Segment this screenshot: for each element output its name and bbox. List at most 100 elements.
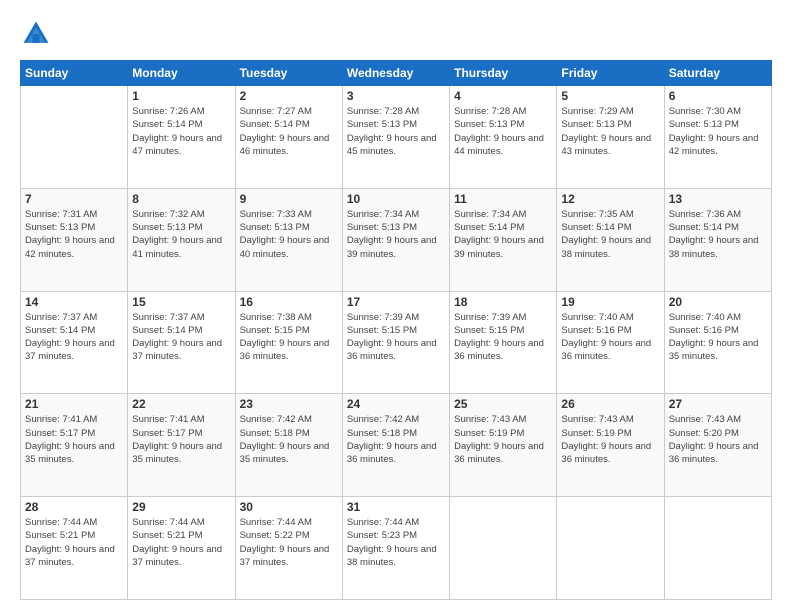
calendar-cell: 8 Sunrise: 7:32 AMSunset: 5:13 PMDaylight… bbox=[128, 188, 235, 291]
day-info: Sunrise: 7:41 AMSunset: 5:17 PMDaylight:… bbox=[132, 413, 230, 466]
day-number: 20 bbox=[669, 295, 767, 309]
day-number: 29 bbox=[132, 500, 230, 514]
day-info: Sunrise: 7:31 AMSunset: 5:13 PMDaylight:… bbox=[25, 208, 123, 261]
day-number: 31 bbox=[347, 500, 445, 514]
calendar-week-row: 1Sunrise: 7:26 AMSunset: 5:14 PMDaylight… bbox=[21, 86, 772, 189]
calendar-cell: 7 Sunrise: 7:31 AMSunset: 5:13 PMDaylight… bbox=[21, 188, 128, 291]
day-info: Sunrise: 7:35 AMSunset: 5:14 PMDaylight:… bbox=[561, 208, 659, 261]
header bbox=[20, 18, 772, 50]
day-number: 17 bbox=[347, 295, 445, 309]
day-number: 2 bbox=[240, 89, 338, 103]
calendar-week-row: 14 Sunrise: 7:37 AMSunset: 5:14 PMDayligh… bbox=[21, 291, 772, 394]
day-number: 23 bbox=[240, 397, 338, 411]
day-info: Sunrise: 7:28 AMSunset: 5:13 PMDaylight:… bbox=[347, 105, 445, 158]
day-info: Sunrise: 7:37 AMSunset: 5:14 PMDaylight:… bbox=[132, 311, 230, 364]
day-number: 24 bbox=[347, 397, 445, 411]
page: SundayMondayTuesdayWednesdayThursdayFrid… bbox=[0, 0, 792, 612]
day-number: 18 bbox=[454, 295, 552, 309]
day-number: 26 bbox=[561, 397, 659, 411]
weekday-header: Wednesday bbox=[342, 61, 449, 86]
calendar-cell: 26 Sunrise: 7:43 AMSunset: 5:19 PMDayligh… bbox=[557, 394, 664, 497]
day-number: 16 bbox=[240, 295, 338, 309]
calendar-cell: 2 Sunrise: 7:27 AMSunset: 5:14 PMDaylight… bbox=[235, 86, 342, 189]
day-number: 28 bbox=[25, 500, 123, 514]
calendar-cell: 28Sunrise: 7:44 AMSunset: 5:21 PMDayligh… bbox=[21, 497, 128, 600]
day-info: Sunrise: 7:38 AMSunset: 5:15 PMDaylight:… bbox=[240, 311, 338, 364]
calendar-week-row: 21 Sunrise: 7:41 AMSunset: 5:17 PMDayligh… bbox=[21, 394, 772, 497]
day-number: 14 bbox=[25, 295, 123, 309]
calendar-cell: 10 Sunrise: 7:34 AMSunset: 5:13 PMDayligh… bbox=[342, 188, 449, 291]
logo-icon bbox=[20, 18, 52, 50]
day-number: 4 bbox=[454, 89, 552, 103]
day-info: Sunrise: 7:33 AMSunset: 5:13 PMDaylight:… bbox=[240, 208, 338, 261]
weekday-header: Sunday bbox=[21, 61, 128, 86]
calendar-cell: 14Sunrise: 7:37 AMSunset: 5:14 PMDayligh… bbox=[21, 291, 128, 394]
day-info: Sunrise: 7:34 AMSunset: 5:13 PMDaylight:… bbox=[347, 208, 445, 261]
day-number: 19 bbox=[561, 295, 659, 309]
weekday-header: Thursday bbox=[450, 61, 557, 86]
day-number: 6 bbox=[669, 89, 767, 103]
day-info: Sunrise: 7:44 AMSunset: 5:21 PMDaylight:… bbox=[132, 516, 230, 569]
calendar-cell: 29 Sunrise: 7:44 AMSunset: 5:21 PMDayligh… bbox=[128, 497, 235, 600]
day-number: 13 bbox=[669, 192, 767, 206]
day-info: Sunrise: 7:30 AMSunset: 5:13 PMDaylight:… bbox=[669, 105, 767, 158]
weekday-header-row: SundayMondayTuesdayWednesdayThursdayFrid… bbox=[21, 61, 772, 86]
day-info: Sunrise: 7:27 AMSunset: 5:14 PMDaylight:… bbox=[240, 105, 338, 158]
calendar-cell: 11Sunrise: 7:34 AMSunset: 5:14 PMDayligh… bbox=[450, 188, 557, 291]
calendar-cell bbox=[450, 497, 557, 600]
calendar-cell: 30 Sunrise: 7:44 AMSunset: 5:22 PMDayligh… bbox=[235, 497, 342, 600]
day-number: 9 bbox=[240, 192, 338, 206]
weekday-header: Monday bbox=[128, 61, 235, 86]
calendar-cell bbox=[664, 497, 771, 600]
day-info: Sunrise: 7:41 AMSunset: 5:17 PMDaylight:… bbox=[25, 413, 123, 466]
day-number: 1 bbox=[132, 89, 230, 103]
day-number: 7 bbox=[25, 192, 123, 206]
calendar-cell: 12 Sunrise: 7:35 AMSunset: 5:14 PMDayligh… bbox=[557, 188, 664, 291]
day-info: Sunrise: 7:39 AMSunset: 5:15 PMDaylight:… bbox=[454, 311, 552, 364]
calendar-cell: 9 Sunrise: 7:33 AMSunset: 5:13 PMDaylight… bbox=[235, 188, 342, 291]
day-number: 25 bbox=[454, 397, 552, 411]
calendar-cell: 3 Sunrise: 7:28 AMSunset: 5:13 PMDaylight… bbox=[342, 86, 449, 189]
day-info: Sunrise: 7:43 AMSunset: 5:19 PMDaylight:… bbox=[561, 413, 659, 466]
day-number: 21 bbox=[25, 397, 123, 411]
calendar-cell: 18 Sunrise: 7:39 AMSunset: 5:15 PMDayligh… bbox=[450, 291, 557, 394]
day-number: 12 bbox=[561, 192, 659, 206]
calendar-cell: 15 Sunrise: 7:37 AMSunset: 5:14 PMDayligh… bbox=[128, 291, 235, 394]
day-number: 27 bbox=[669, 397, 767, 411]
day-number: 11 bbox=[454, 192, 552, 206]
day-number: 3 bbox=[347, 89, 445, 103]
day-info: Sunrise: 7:42 AMSunset: 5:18 PMDaylight:… bbox=[347, 413, 445, 466]
calendar-cell: 13 Sunrise: 7:36 AMSunset: 5:14 PMDayligh… bbox=[664, 188, 771, 291]
weekday-header: Tuesday bbox=[235, 61, 342, 86]
day-number: 8 bbox=[132, 192, 230, 206]
calendar-cell bbox=[21, 86, 128, 189]
calendar-cell: 27 Sunrise: 7:43 AMSunset: 5:20 PMDayligh… bbox=[664, 394, 771, 497]
day-info: Sunrise: 7:43 AMSunset: 5:19 PMDaylight:… bbox=[454, 413, 552, 466]
calendar-cell: 4 Sunrise: 7:28 AMSunset: 5:13 PMDaylight… bbox=[450, 86, 557, 189]
weekday-header: Friday bbox=[557, 61, 664, 86]
weekday-header: Saturday bbox=[664, 61, 771, 86]
day-info: Sunrise: 7:40 AMSunset: 5:16 PMDaylight:… bbox=[561, 311, 659, 364]
day-number: 5 bbox=[561, 89, 659, 103]
day-info: Sunrise: 7:36 AMSunset: 5:14 PMDaylight:… bbox=[669, 208, 767, 261]
calendar-cell: 1Sunrise: 7:26 AMSunset: 5:14 PMDaylight… bbox=[128, 86, 235, 189]
day-number: 10 bbox=[347, 192, 445, 206]
logo bbox=[20, 18, 56, 50]
day-number: 22 bbox=[132, 397, 230, 411]
day-info: Sunrise: 7:40 AMSunset: 5:16 PMDaylight:… bbox=[669, 311, 767, 364]
day-info: Sunrise: 7:43 AMSunset: 5:20 PMDaylight:… bbox=[669, 413, 767, 466]
calendar-cell bbox=[557, 497, 664, 600]
calendar-cell: 20 Sunrise: 7:40 AMSunset: 5:16 PMDayligh… bbox=[664, 291, 771, 394]
day-number: 30 bbox=[240, 500, 338, 514]
day-info: Sunrise: 7:39 AMSunset: 5:15 PMDaylight:… bbox=[347, 311, 445, 364]
calendar-cell: 22 Sunrise: 7:41 AMSunset: 5:17 PMDayligh… bbox=[128, 394, 235, 497]
calendar-cell: 21 Sunrise: 7:41 AMSunset: 5:17 PMDayligh… bbox=[21, 394, 128, 497]
calendar-cell: 16 Sunrise: 7:38 AMSunset: 5:15 PMDayligh… bbox=[235, 291, 342, 394]
calendar-week-row: 7 Sunrise: 7:31 AMSunset: 5:13 PMDaylight… bbox=[21, 188, 772, 291]
calendar-cell: 6 Sunrise: 7:30 AMSunset: 5:13 PMDaylight… bbox=[664, 86, 771, 189]
calendar-cell: 17 Sunrise: 7:39 AMSunset: 5:15 PMDayligh… bbox=[342, 291, 449, 394]
day-number: 15 bbox=[132, 295, 230, 309]
day-info: Sunrise: 7:28 AMSunset: 5:13 PMDaylight:… bbox=[454, 105, 552, 158]
day-info: Sunrise: 7:32 AMSunset: 5:13 PMDaylight:… bbox=[132, 208, 230, 261]
day-info: Sunrise: 7:44 AMSunset: 5:22 PMDaylight:… bbox=[240, 516, 338, 569]
